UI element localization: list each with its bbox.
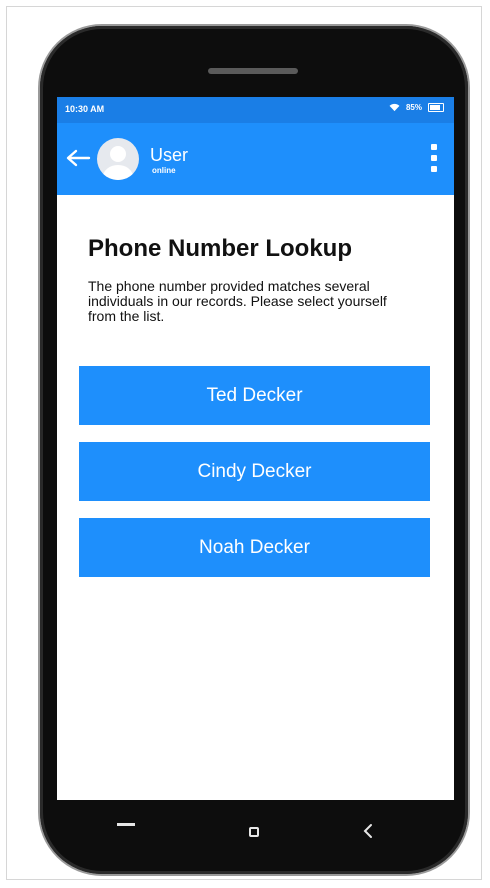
person-button-cindy-decker[interactable]: Cindy Decker	[79, 442, 430, 501]
phone-speaker	[208, 68, 298, 74]
chat-user-name[interactable]: User	[150, 145, 188, 166]
arrow-left-icon[interactable]	[65, 149, 91, 167]
user-avatar[interactable]	[97, 138, 139, 180]
wifi-icon	[389, 103, 400, 112]
page-description: The phone number provided matches severa…	[88, 278, 387, 324]
home-square-icon[interactable]	[249, 827, 259, 837]
person-button-noah-decker[interactable]: Noah Decker	[79, 518, 430, 577]
app-bar: User online	[57, 123, 454, 195]
more-vertical-icon[interactable]	[430, 144, 438, 176]
status-icons: 85%	[389, 103, 444, 112]
page-title: Phone Number Lookup	[88, 235, 352, 262]
recent-apps-icon[interactable]	[117, 823, 135, 826]
person-button-ted-decker[interactable]: Ted Decker	[79, 366, 430, 425]
avatar-head	[110, 146, 126, 162]
battery-icon	[428, 103, 444, 112]
status-bar: 10:30 AM 85%	[57, 97, 454, 123]
status-time: 10:30 AM	[65, 104, 105, 114]
chevron-left-icon[interactable]	[363, 823, 373, 839]
android-nav-bar	[57, 800, 454, 868]
battery-percent: 85%	[405, 103, 422, 112]
chat-user-status: online	[152, 166, 176, 175]
phone-screen: 10:30 AM 85% User online Phone Number Lo…	[57, 97, 454, 800]
avatar-body	[103, 165, 133, 180]
